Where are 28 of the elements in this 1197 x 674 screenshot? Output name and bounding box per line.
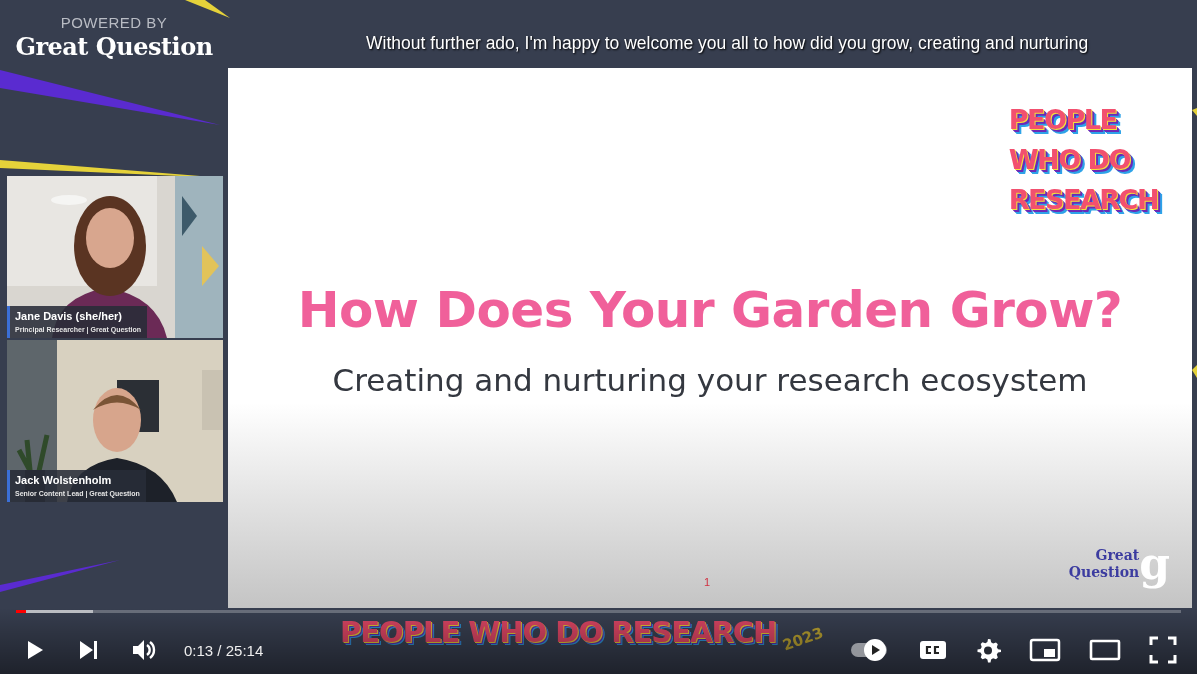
caption-text: Without further ado, I'm happy to welcome you all to how did you grow, creating and nurturing <box>366 32 1089 54</box>
banner-year: 2023 <box>780 623 826 655</box>
captions-button[interactable] <box>919 638 947 662</box>
miniplayer-icon <box>1029 637 1061 663</box>
brand-overline: POWERED BY <box>60 14 168 32</box>
event-logo-text: RESEARCH <box>1008 183 1158 217</box>
event-logo-text: PEOPLE <box>1008 103 1118 137</box>
brand-logo: Great Question <box>15 32 213 62</box>
settings-button[interactable] <box>975 637 1001 663</box>
progress-bar[interactable] <box>16 610 1181 613</box>
page-number: 1 <box>704 576 711 588</box>
event-logo-text: WHO DO <box>1008 143 1131 177</box>
miniplayer-button[interactable] <box>1029 637 1061 663</box>
participant-name: Jack Wolstenholm <box>15 473 113 488</box>
fullscreen-icon <box>1149 636 1177 664</box>
theater-icon <box>1089 639 1121 661</box>
settings-icon <box>975 637 1001 663</box>
event-banner-text: PEOPLE WHO DO RESEARCH <box>340 614 777 651</box>
captions-icon <box>919 638 947 662</box>
theater-button[interactable] <box>1089 639 1121 661</box>
slide-subtitle: Creating and nurturing your research ecosystem <box>332 361 1088 400</box>
logo-mark: g <box>1139 537 1170 591</box>
time-display: 0:13 / 25:14 <box>184 641 264 659</box>
company-logo-text: Great <box>1095 547 1140 563</box>
company-logo-text: Question <box>1068 564 1140 580</box>
fullscreen-button[interactable] <box>1149 636 1177 664</box>
participant-name: Jane Davis (she/her) <box>15 309 123 324</box>
slide-title: How Does Your Garden Grow? <box>297 280 1123 340</box>
